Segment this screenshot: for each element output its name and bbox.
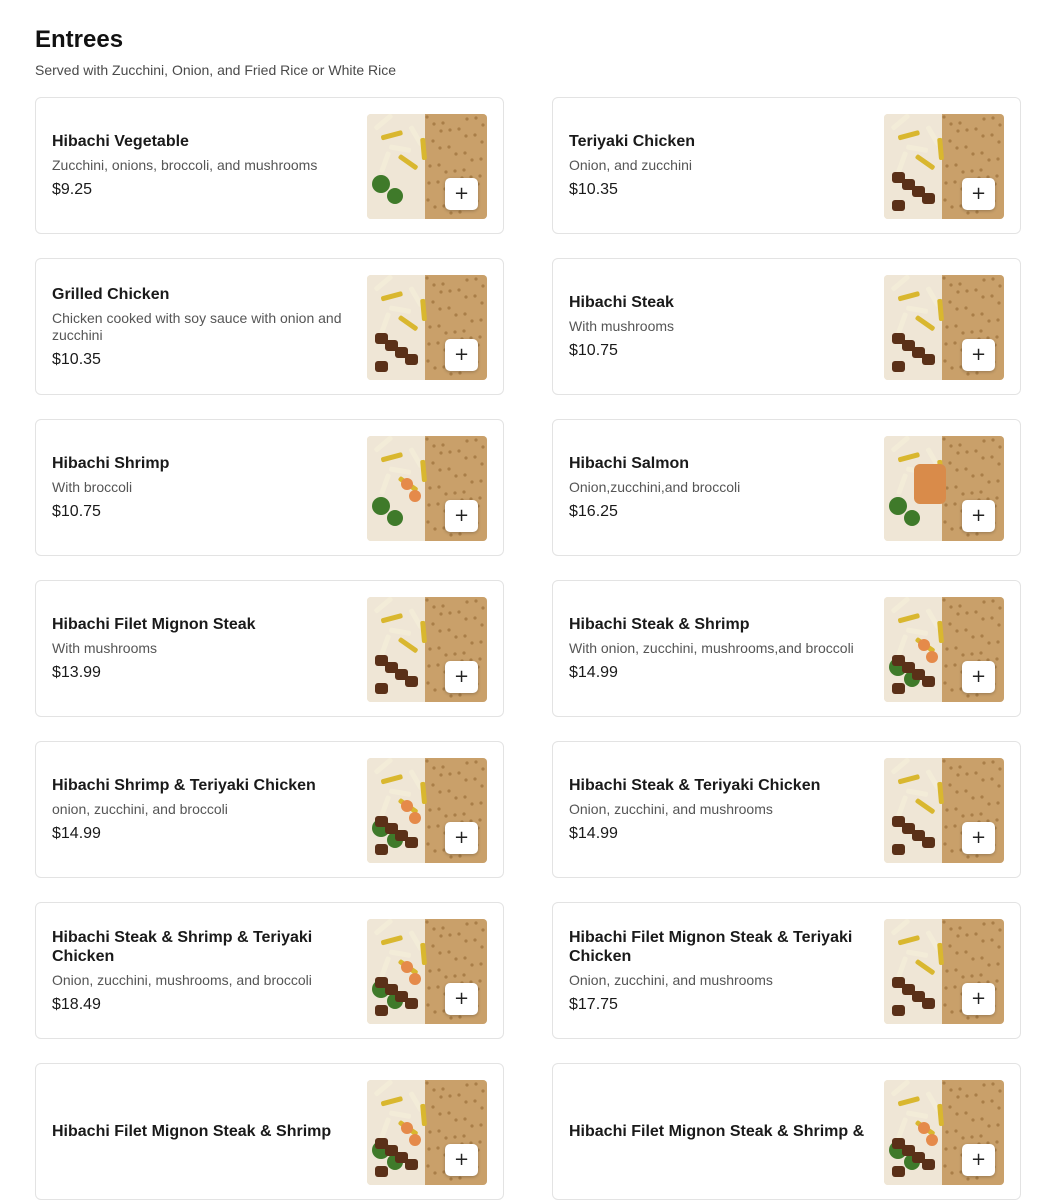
item-name: Hibachi Filet Mignon Steak & Shrimp &: [569, 1123, 865, 1140]
item-name: Grilled Chicken: [52, 285, 170, 303]
item-description: Onion,zucchini,and broccoli: [569, 479, 741, 495]
plus-icon: +: [453, 183, 470, 204]
add-to-cart-button[interactable]: +: [445, 1144, 478, 1176]
item-description: Onion, zucchini, and mushrooms: [569, 971, 773, 988]
menu-item-card[interactable]: Hibachi Steak & Teriyaki Chicken Onion, …: [552, 741, 1021, 878]
item-name: Hibachi Filet Mignon Steak & Shrimp: [52, 1123, 332, 1140]
item-price: $18.49: [52, 995, 101, 1013]
add-to-cart-button[interactable]: +: [962, 1144, 995, 1176]
item-info: Hibachi Steak With mushrooms $10.75: [569, 259, 869, 394]
item-description: Zucchini, onions, broccoli, and mushroom…: [52, 157, 318, 173]
item-name: Hibachi Shrimp: [52, 455, 170, 472]
add-to-cart-button[interactable]: +: [962, 500, 995, 532]
plus-icon: +: [453, 988, 470, 1009]
item-description: With mushrooms: [52, 640, 158, 656]
item-info: Grilled Chicken Chicken cooked with soy …: [52, 259, 352, 394]
section-title: Entrees: [35, 26, 124, 53]
add-to-cart-button[interactable]: +: [445, 339, 478, 371]
item-name: Hibachi Steak & Teriyaki Chicken: [569, 777, 821, 794]
item-info: Hibachi Steak & Shrimp With onion, zucch…: [569, 581, 869, 716]
item-description: With broccoli: [52, 479, 133, 495]
item-info: Hibachi Shrimp With broccoli $10.75: [52, 420, 352, 555]
menu-item-card[interactable]: Hibachi Shrimp With broccoli $10.75 +: [35, 419, 504, 556]
item-name: Hibachi Filet Mignon Steak: [52, 616, 256, 633]
menu-page: Entrees Served with Zucchini, Onion, and…: [0, 0, 1050, 1200]
item-name: Hibachi Filet Mignon Steak & Teriyaki Ch…: [569, 928, 853, 965]
item-name: Hibachi Shrimp & Teriyaki Chicken: [52, 777, 316, 794]
item-price: $16.25: [569, 503, 618, 520]
item-info: Hibachi Filet Mignon Steak With mushroom…: [52, 581, 352, 716]
item-price: $13.99: [52, 664, 101, 681]
item-description: Onion, zucchini, and mushrooms: [569, 801, 773, 817]
add-to-cart-button[interactable]: +: [962, 178, 995, 210]
add-to-cart-button[interactable]: +: [445, 661, 478, 693]
item-description: Onion, and zucchini: [569, 157, 692, 173]
item-description: onion, zucchini, and broccoli: [52, 801, 228, 817]
item-info: Hibachi Steak & Shrimp & Teriyaki Chicke…: [52, 903, 352, 1038]
add-to-cart-button[interactable]: +: [445, 178, 478, 210]
item-price: $17.75: [569, 995, 618, 1013]
menu-item-card[interactable]: Hibachi Filet Mignon Steak & Shrimp +: [35, 1063, 504, 1200]
item-name: Hibachi Vegetable: [52, 133, 189, 150]
menu-item-card[interactable]: Teriyaki Chicken Onion, and zucchini $10…: [552, 97, 1021, 234]
item-info: Hibachi Vegetable Zucchini, onions, broc…: [52, 98, 352, 233]
menu-item-card[interactable]: Hibachi Vegetable Zucchini, onions, broc…: [35, 97, 504, 234]
menu-item-card[interactable]: Hibachi Filet Mignon Steak & Teriyaki Ch…: [552, 902, 1021, 1039]
item-info: Hibachi Filet Mignon Steak & Teriyaki Ch…: [569, 903, 869, 1038]
plus-icon: +: [970, 827, 987, 848]
item-name: Hibachi Steak: [569, 294, 674, 311]
item-price: $14.99: [52, 825, 101, 842]
menu-item-card[interactable]: Hibachi Steak & Shrimp With onion, zucch…: [552, 580, 1021, 717]
item-info: Teriyaki Chicken Onion, and zucchini $10…: [569, 98, 869, 233]
plus-icon: +: [970, 988, 987, 1009]
add-to-cart-button[interactable]: +: [445, 822, 478, 854]
item-name: Teriyaki Chicken: [569, 133, 695, 150]
item-description: Chicken cooked with soy sauce with onion…: [52, 309, 342, 343]
item-name: Hibachi Steak & Shrimp & Teriyaki Chicke…: [52, 928, 313, 965]
item-description: With mushrooms: [569, 318, 675, 334]
item-description: Onion, zucchini, mushrooms, and broccoli: [52, 971, 312, 988]
item-info: Hibachi Filet Mignon Steak & Shrimp &: [569, 1064, 869, 1199]
menu-item-card[interactable]: Hibachi Steak With mushrooms $10.75 +: [552, 258, 1021, 395]
plus-icon: +: [970, 1149, 987, 1170]
add-to-cart-button[interactable]: +: [445, 500, 478, 532]
item-name: Hibachi Steak & Shrimp: [569, 616, 750, 633]
item-info: Hibachi Shrimp & Teriyaki Chicken onion,…: [52, 742, 352, 877]
menu-item-card[interactable]: Hibachi Steak & Shrimp & Teriyaki Chicke…: [35, 902, 504, 1039]
section-subtitle: Served with Zucchini, Onion, and Fried R…: [35, 62, 397, 78]
add-to-cart-button[interactable]: +: [962, 661, 995, 693]
item-info: Hibachi Filet Mignon Steak & Shrimp: [52, 1064, 352, 1199]
plus-icon: +: [970, 505, 987, 526]
menu-item-card[interactable]: Grilled Chicken Chicken cooked with soy …: [35, 258, 504, 395]
menu-item-card[interactable]: Hibachi Salmon Onion,zucchini,and brocco…: [552, 419, 1021, 556]
plus-icon: +: [453, 344, 470, 365]
plus-icon: +: [453, 827, 470, 848]
plus-icon: +: [970, 344, 987, 365]
item-name: Hibachi Salmon: [569, 455, 690, 472]
add-to-cart-button[interactable]: +: [962, 339, 995, 371]
menu-item-card[interactable]: Hibachi Filet Mignon Steak With mushroom…: [35, 580, 504, 717]
item-price: $14.99: [569, 825, 618, 842]
item-price: $10.75: [52, 503, 101, 520]
plus-icon: +: [453, 1149, 470, 1170]
item-price: $14.99: [569, 664, 618, 681]
menu-item-card[interactable]: Hibachi Shrimp & Teriyaki Chicken onion,…: [35, 741, 504, 878]
add-to-cart-button[interactable]: +: [962, 822, 995, 854]
item-price: $10.75: [569, 342, 618, 359]
item-price: $9.25: [52, 181, 93, 198]
add-to-cart-button[interactable]: +: [445, 983, 478, 1015]
item-price: $10.35: [52, 350, 101, 368]
plus-icon: +: [453, 666, 470, 687]
plus-icon: +: [970, 666, 987, 687]
menu-item-card[interactable]: Hibachi Filet Mignon Steak & Shrimp & +: [552, 1063, 1021, 1200]
plus-icon: +: [970, 183, 987, 204]
plus-icon: +: [453, 505, 470, 526]
item-description: With onion, zucchini, mushrooms,and broc…: [569, 640, 854, 656]
add-to-cart-button[interactable]: +: [962, 983, 995, 1015]
item-info: Hibachi Steak & Teriyaki Chicken Onion, …: [569, 742, 869, 877]
item-price: $10.35: [569, 181, 618, 198]
item-info: Hibachi Salmon Onion,zucchini,and brocco…: [569, 420, 869, 555]
